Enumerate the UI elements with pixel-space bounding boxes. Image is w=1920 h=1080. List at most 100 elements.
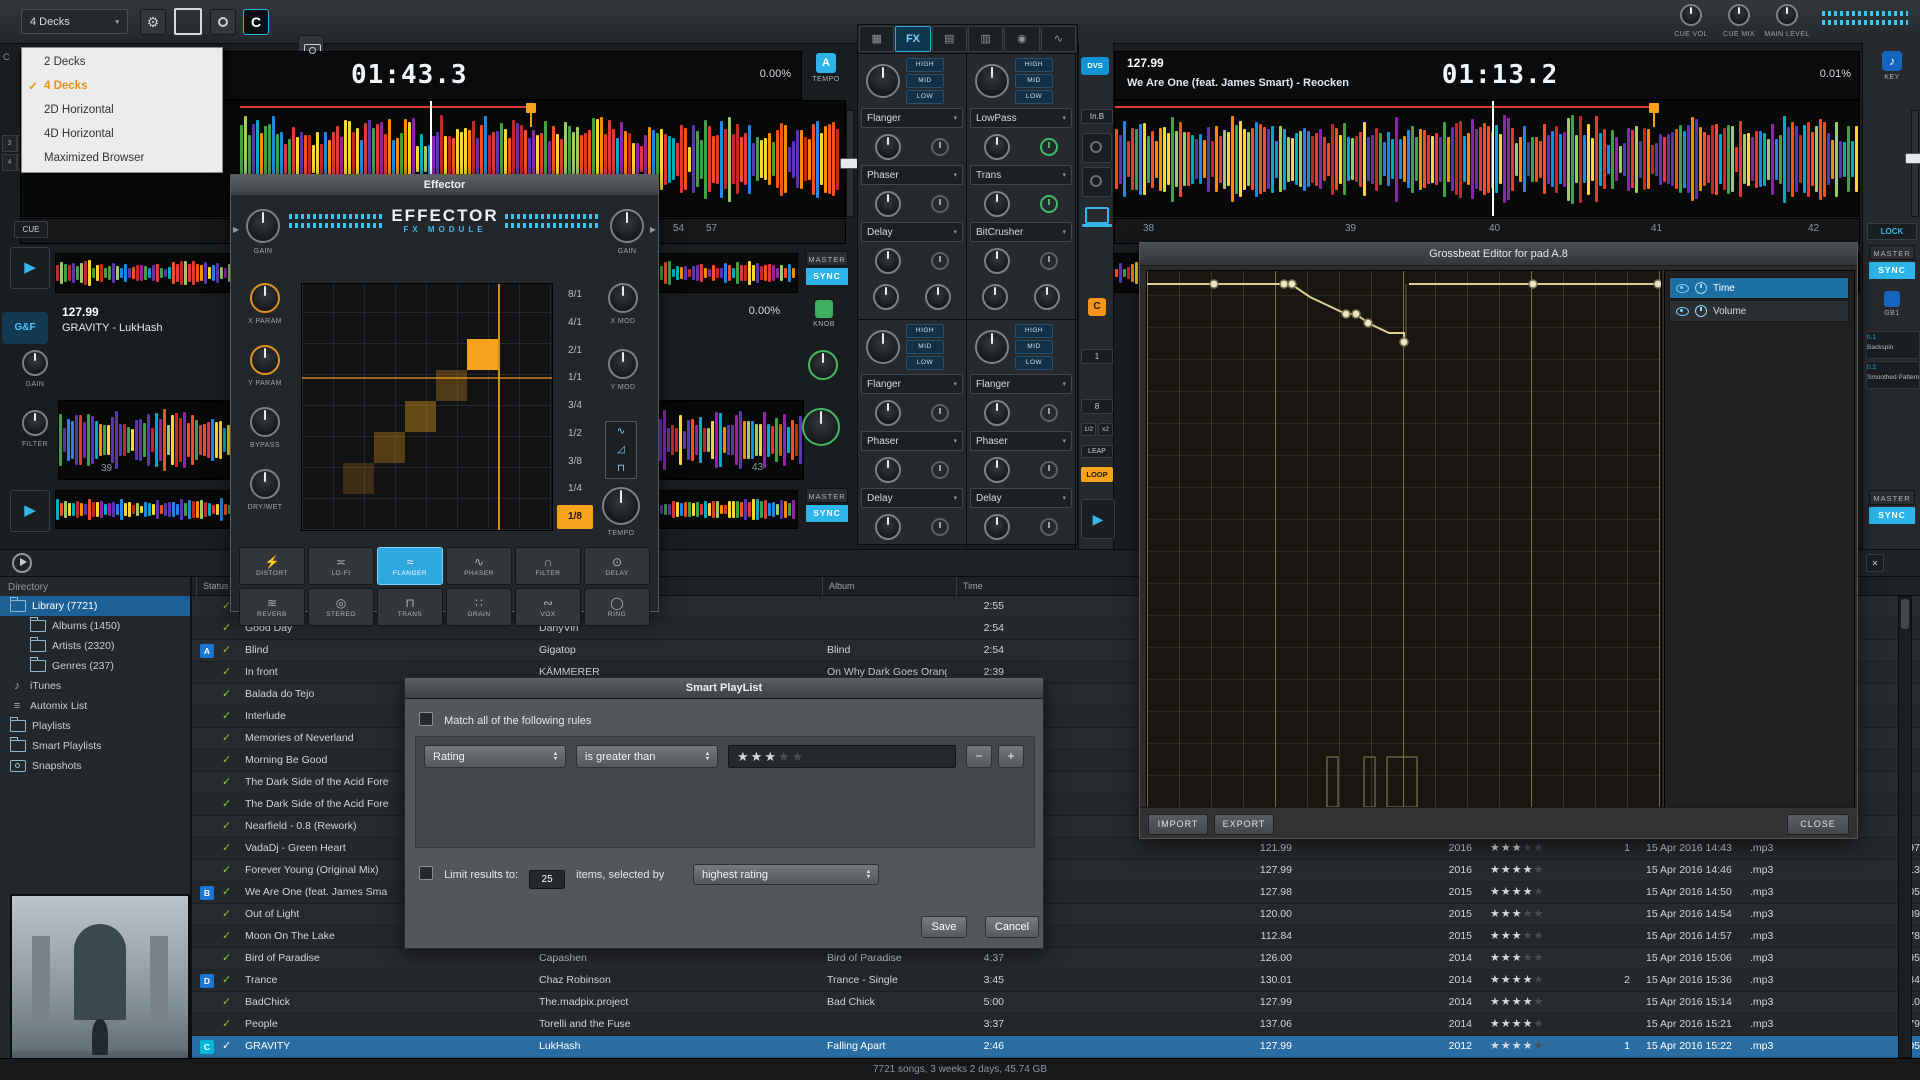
- fx-param-knob[interactable]: [875, 248, 901, 274]
- effector-titlebar[interactable]: Effector: [231, 175, 658, 196]
- rating-stars[interactable]: ★★★★★: [1490, 992, 1574, 1013]
- fx-effect-selector[interactable]: Phaser▾: [861, 165, 963, 185]
- track-row[interactable]: C✓GRAVITYLukHashFalling Apart2:46127.992…: [192, 1036, 1920, 1058]
- turntable-icon[interactable]: [1081, 167, 1113, 197]
- effect-button-lo-fi[interactable]: ≍LO-FI: [308, 547, 374, 585]
- fx-param-knob[interactable]: [984, 134, 1010, 160]
- beat-division-1-8[interactable]: 1/8: [557, 505, 593, 529]
- grossbeat-grid-editor[interactable]: [1146, 270, 1662, 809]
- sidebar-item-playlists[interactable]: Playlists: [0, 716, 190, 736]
- sidebar-item-automix-list[interactable]: ≡Automix List: [0, 696, 190, 716]
- loop-double-button[interactable]: x2: [1098, 423, 1113, 436]
- effect-button-reverb[interactable]: ≋REVERB: [239, 588, 305, 626]
- fx-power-button[interactable]: [1040, 461, 1058, 479]
- deck-c-macro-knob-2[interactable]: [802, 408, 840, 449]
- band-mid-button[interactable]: MID: [906, 340, 944, 354]
- fx-effect-selector[interactable]: Phaser▾: [861, 431, 963, 451]
- effect-button-ring[interactable]: ◯RING: [584, 588, 650, 626]
- selected-by-select[interactable]: highest rating: [693, 864, 879, 885]
- cue-mix-knob[interactable]: [1728, 4, 1750, 26]
- fx-param-knob[interactable]: [875, 134, 901, 160]
- effect-button-trans[interactable]: ⊓TRANS: [377, 588, 443, 626]
- deck-d-play-button[interactable]: ▶: [1081, 499, 1115, 539]
- loop-button[interactable]: LOOP: [1081, 467, 1113, 482]
- effect-button-delay[interactable]: ⊙DELAY: [584, 547, 650, 585]
- fx-effect-selector[interactable]: Flanger▾: [970, 374, 1072, 394]
- rule-operator-select[interactable]: is greater than: [576, 745, 718, 768]
- effector-knob-x-param[interactable]: X PARAM: [239, 283, 291, 325]
- scrollbar-thumb[interactable]: [1901, 599, 1909, 629]
- beat-division-8-1[interactable]: 8/1: [557, 283, 593, 307]
- column-time[interactable]: Time: [956, 577, 1033, 596]
- power-icon[interactable]: [1695, 305, 1707, 317]
- deck-a-cue-button[interactable]: CUE: [14, 221, 48, 238]
- sidebar-item-itunes[interactable]: ♪iTunes: [0, 676, 190, 696]
- fx-rack-tab-pads[interactable]: ▦: [859, 26, 894, 52]
- grossbeat-pad-1[interactable]: 0.1 Backspin: [1866, 331, 1920, 359]
- effector-knob-y-mod[interactable]: Y MOD: [597, 349, 649, 391]
- hotcue-button-4[interactable]: 4: [2, 154, 17, 171]
- preview-play-button[interactable]: [12, 553, 32, 573]
- deck-c-master-badge[interactable]: MASTER: [806, 488, 848, 503]
- sidebar-item-snapshots[interactable]: Snapshots: [0, 756, 190, 776]
- fx-param-knob[interactable]: [875, 191, 901, 217]
- deck-c-gain-knob[interactable]: GAIN: [12, 350, 58, 388]
- loop-beats-select[interactable]: 8: [1081, 399, 1113, 414]
- monitor-knob-cue-mix[interactable]: CUE MIX: [1716, 4, 1762, 38]
- rating-stars[interactable]: ★★★★★: [1490, 948, 1574, 969]
- fx-amount-knob[interactable]: [866, 64, 900, 98]
- band-low-button[interactable]: LOW: [1015, 90, 1053, 104]
- arrow-right-icon[interactable]: ▶: [650, 225, 656, 234]
- deck-c-play-button[interactable]: ▶: [10, 490, 50, 532]
- view-menu-item-maximized-browser[interactable]: Maximized Browser: [22, 146, 222, 170]
- sidebar-item-library-7721[interactable]: Library (7721): [0, 596, 190, 616]
- deck-a-sync-button[interactable]: SYNC: [806, 268, 848, 285]
- cue-vol-knob[interactable]: [1680, 4, 1702, 26]
- grossbeat-pad-2[interactable]: 0.2 Smoothed Pattern: [1866, 361, 1920, 389]
- view-menu-item-4-decks[interactable]: ✓4 Decks: [22, 74, 222, 98]
- fx-param-knob[interactable]: [984, 457, 1010, 483]
- band-high-button[interactable]: HIGH: [1015, 58, 1053, 72]
- close-editor-button[interactable]: CLOSE: [1787, 814, 1849, 835]
- rating-stars[interactable]: ★★★★★: [1490, 926, 1574, 947]
- grossbeat-layer-volume[interactable]: Volume: [1669, 300, 1849, 322]
- export-button[interactable]: EXPORT: [1214, 814, 1274, 835]
- fx-power-button[interactable]: [1040, 195, 1058, 213]
- deck-d-master-badge[interactable]: MASTER: [1869, 490, 1915, 505]
- deck-b-tempo-fader-handle[interactable]: [1905, 153, 1920, 164]
- leap-button[interactable]: LEAP: [1081, 445, 1113, 458]
- eye-icon[interactable]: [1676, 284, 1689, 293]
- fx-power-button[interactable]: [931, 195, 949, 213]
- band-low-button[interactable]: LOW: [906, 356, 944, 370]
- input-select[interactable]: In.B: [1081, 109, 1113, 124]
- sidebar-item-artists-2320[interactable]: Artists (2320): [0, 636, 190, 656]
- mod-shape-selector[interactable]: ∿◿⊓: [605, 421, 637, 479]
- beat-division-2-1[interactable]: 2/1: [557, 339, 593, 363]
- view-menu-item-2d-horizontal[interactable]: 2D Horizontal: [22, 98, 222, 122]
- effector-knob-dry-wet[interactable]: DRY/WET: [239, 469, 291, 511]
- effect-button-stereo[interactable]: ◎STEREO: [308, 588, 374, 626]
- sidebar-item-genres-237[interactable]: Genres (237): [0, 656, 190, 676]
- fx-param-knob[interactable]: [875, 514, 901, 540]
- match-all-checkbox[interactable]: [419, 712, 433, 726]
- beat-division-1-4[interactable]: 1/4: [557, 477, 593, 501]
- grossbeat-titlebar[interactable]: Grossbeat Editor for pad A.8: [1140, 243, 1857, 266]
- rule-rating-stars[interactable]: ★★★★★: [728, 745, 956, 768]
- deck-b-cue-marker[interactable]: [1649, 103, 1659, 113]
- fx-power-button[interactable]: [931, 252, 949, 270]
- dvs-badge[interactable]: DVS: [1081, 57, 1113, 75]
- rating-stars[interactable]: ★★★★★: [1490, 1036, 1574, 1057]
- effector-tempo-knob[interactable]: TEMPO: [597, 487, 645, 537]
- deck-c-filter-knob[interactable]: FILTER: [12, 410, 58, 448]
- eye-icon[interactable]: [1676, 307, 1689, 316]
- fx-power-button[interactable]: [1040, 404, 1058, 422]
- smart-playlist-titlebar[interactable]: Smart PlayList: [405, 678, 1043, 699]
- beat-division-1-1[interactable]: 1/1: [557, 366, 593, 390]
- band-mid-button[interactable]: MID: [906, 74, 944, 88]
- cancel-button[interactable]: Cancel: [985, 916, 1039, 938]
- fx-rack-tab-slip[interactable]: ◉: [1004, 26, 1039, 52]
- fx-power-button[interactable]: [1040, 518, 1058, 536]
- fx-param-knob[interactable]: [875, 400, 901, 426]
- fx-rack-tab-fx[interactable]: FX: [895, 26, 930, 52]
- fx-effect-selector[interactable]: BitCrusher▾: [970, 222, 1072, 242]
